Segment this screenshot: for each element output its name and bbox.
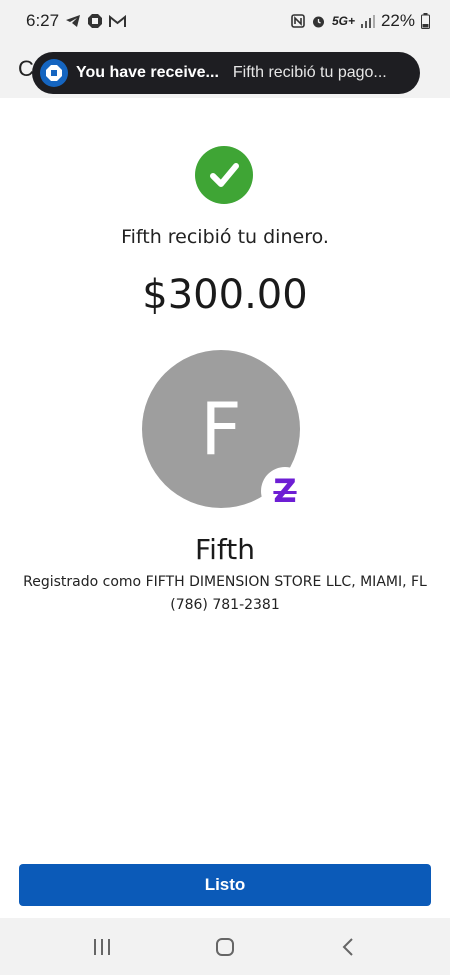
home-icon[interactable] <box>205 932 245 962</box>
network-label: 5G+ <box>331 14 355 28</box>
system-nav-bar <box>0 918 450 975</box>
avatar-initial: F <box>200 387 242 471</box>
notification-toast[interactable]: You have receive... Fifth recibió tu pag… <box>32 52 420 94</box>
recipient-phone: (786) 781-2381 <box>170 597 280 613</box>
payment-amount: $300.00 <box>142 272 308 318</box>
toast-title: You have receive... <box>76 64 219 81</box>
recipient-registration: Registrado como FIFTH DIMENSION STORE LL… <box>23 574 427 590</box>
alarm-icon <box>311 14 326 29</box>
checkmark-icon <box>195 146 253 204</box>
back-icon[interactable] <box>328 932 368 962</box>
done-button[interactable]: Listo <box>19 864 431 906</box>
toast-body: Fifth recibió tu pago... <box>232 64 387 81</box>
chase-logo-icon <box>40 59 68 87</box>
confirmation-message: Fifth recibió tu dinero. <box>121 226 329 248</box>
status-bar: 6:27 5G+ 22% <box>0 0 450 42</box>
zelle-badge-symbol: Z <box>273 472 297 510</box>
telegram-icon <box>65 14 81 28</box>
nfc-icon <box>291 14 305 28</box>
chase-octagon-icon <box>87 13 103 29</box>
battery-icon <box>421 13 430 29</box>
clock: 6:27 <box>26 11 60 30</box>
recipient-name: Fifth <box>195 533 255 566</box>
recents-icon[interactable] <box>82 932 122 962</box>
gmail-icon <box>109 14 127 28</box>
signal-icon <box>360 14 375 28</box>
battery-percent: 22% <box>380 11 415 30</box>
zelle-icon: Z <box>261 467 309 515</box>
